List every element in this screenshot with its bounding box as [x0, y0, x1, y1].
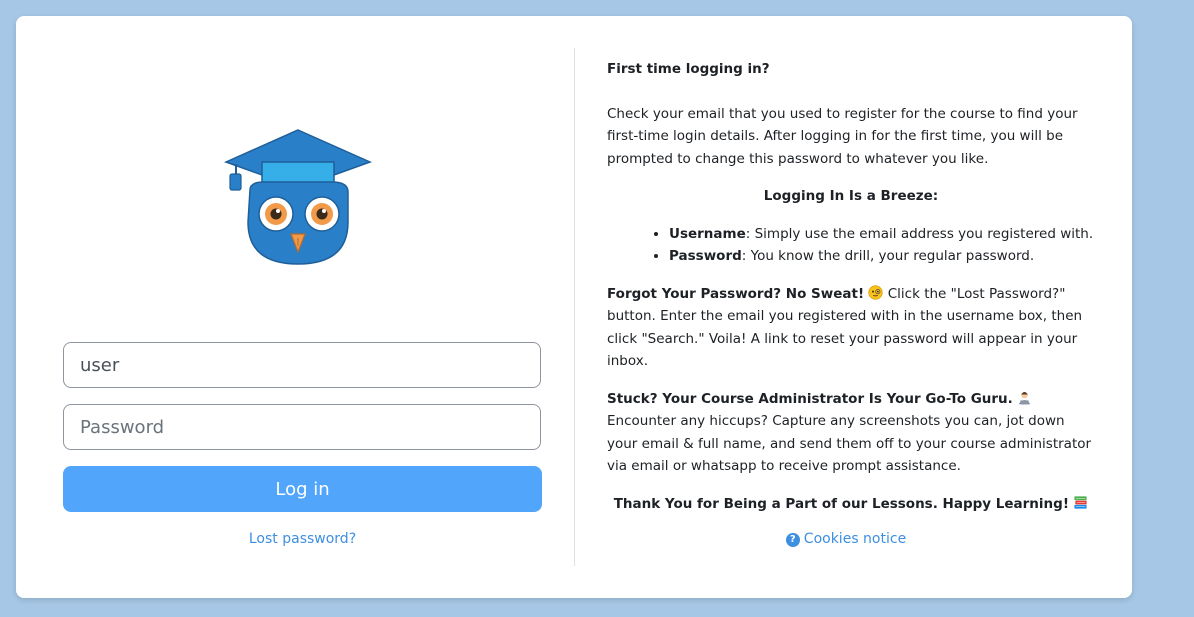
question-circle-icon: ?	[785, 533, 800, 547]
thanks-paragraph: Thank You for Being a Part of our Lesson…	[607, 493, 1095, 516]
info-panel: First time logging in? Check your email …	[607, 58, 1095, 530]
login-panel: Log in Lost password?	[16, 16, 574, 598]
list-item: Username: Simply use the email address y…	[669, 223, 1095, 246]
panel-divider	[574, 48, 575, 566]
breeze-heading: Logging In Is a Breeze:	[763, 188, 939, 204]
login-card: Log in Lost password? First time logging…	[16, 16, 1132, 598]
technologist-icon	[1018, 391, 1031, 405]
books-icon	[1074, 495, 1087, 509]
first-time-heading: First time logging in?	[607, 61, 770, 77]
forgot-password-paragraph: Forgot Your Password? No Sweat! Click th…	[607, 284, 1083, 369]
stuck-paragraph: Stuck? Your Course Administrator Is Your…	[607, 390, 1092, 475]
lost-password-link[interactable]: Lost password?	[16, 531, 589, 547]
monocle-face-icon	[868, 284, 884, 300]
list-item: Password: You know the drill, your regul…	[669, 245, 1095, 268]
password-input[interactable]	[63, 404, 541, 450]
username-input[interactable]	[63, 342, 541, 388]
login-tips-list: Username: Simply use the email address y…	[607, 223, 1095, 268]
owl-graduate-logo	[224, 129, 372, 265]
first-time-text: Check your email that you used to regist…	[607, 105, 1078, 167]
login-button[interactable]: Log in	[63, 466, 542, 512]
cookies-notice-link[interactable]: Cookies notice	[804, 531, 906, 547]
cookies-notice[interactable]: ? Cookies notice	[607, 531, 1085, 547]
